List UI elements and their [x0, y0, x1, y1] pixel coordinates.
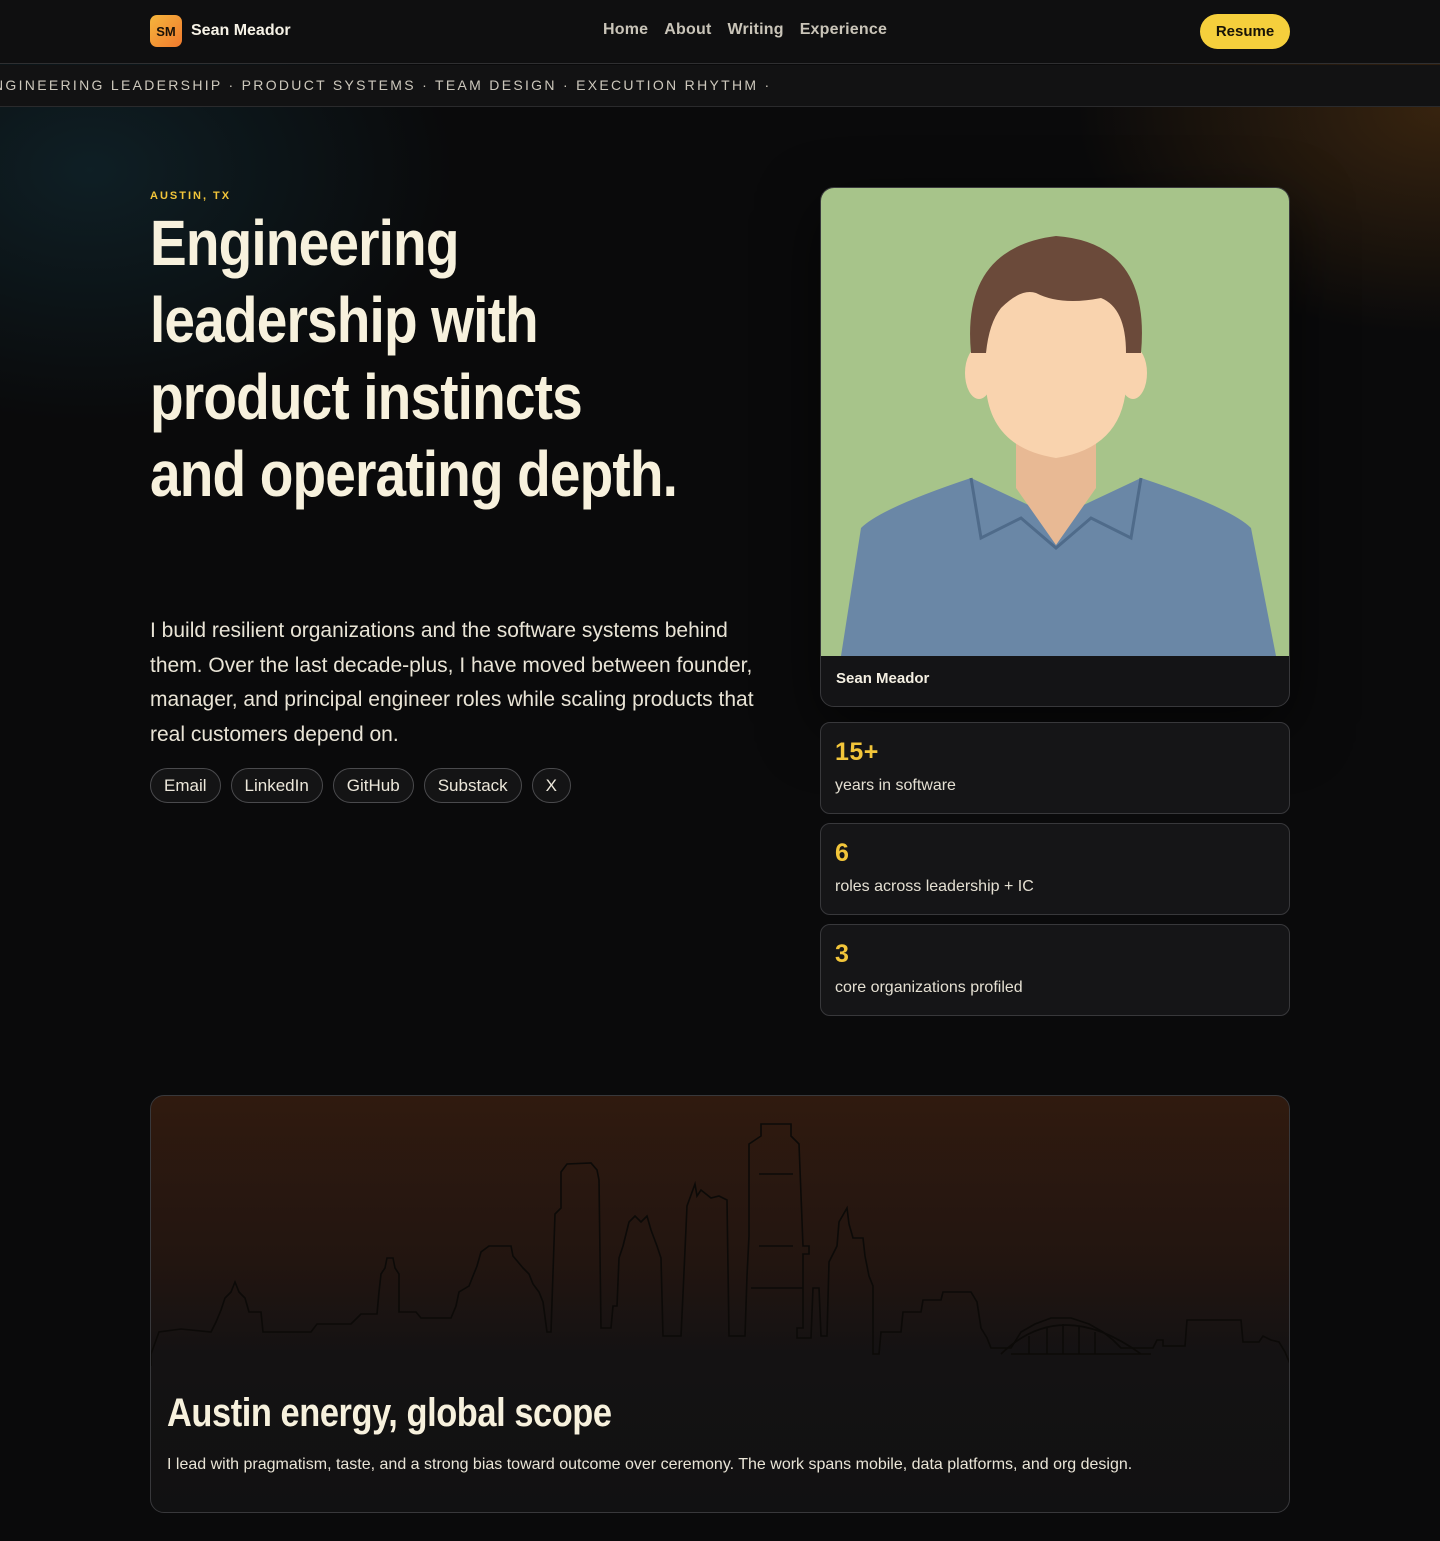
stat-card-organizations: 3 core organizations profiled	[820, 924, 1290, 1016]
stat-value: 6	[835, 839, 850, 867]
stat-label: core organizations profiled	[835, 979, 1023, 996]
top-nav: SM Sean Meador Home About Writing Experi…	[0, 0, 1440, 64]
nav-link-experience[interactable]: Experience	[800, 21, 887, 39]
topic-ticker: NGINEERING LEADERSHIP · PRODUCT SYSTEMS …	[0, 65, 1440, 107]
hero-headline: Engineering leadership with product inst…	[150, 207, 678, 510]
stat-label: years in software	[835, 777, 956, 794]
ticker-text: NGINEERING LEADERSHIP · PRODUCT SYSTEMS …	[0, 77, 772, 93]
nav-link-home[interactable]: Home	[603, 21, 648, 39]
nav-links: Home About Writing Experience	[603, 21, 887, 39]
github-link[interactable]: GitHub	[332, 768, 414, 803]
stat-card-roles: 6 roles across leadership + IC	[820, 823, 1290, 915]
social-links: Email LinkedIn GitHub Substack X	[150, 768, 571, 803]
brand-name: Sean Meador	[191, 22, 291, 39]
location-eyebrow: AUSTIN, TX	[150, 190, 232, 202]
portrait-illustration	[821, 188, 1289, 656]
stat-label: roles across leadership + IC	[835, 878, 1034, 895]
skyline-text: I lead with pragmatism, taste, and a str…	[167, 1456, 1133, 1473]
x-link[interactable]: X	[531, 768, 571, 803]
hero-intro: I build resilient organizations and the …	[150, 619, 754, 746]
stat-card-years: 15+ years in software	[820, 722, 1290, 814]
nav-link-writing[interactable]: Writing	[727, 21, 783, 39]
portrait-card: Sean Meador	[820, 187, 1290, 707]
skyline-illustration	[151, 1123, 1289, 1366]
email-link[interactable]: Email	[150, 768, 221, 803]
portrait-caption: Sean Meador	[836, 670, 930, 687]
skyline-title: Austin energy, global scope	[167, 1391, 612, 1435]
brand-logo: SM	[150, 15, 182, 47]
resume-button[interactable]: Resume	[1200, 14, 1290, 49]
substack-link[interactable]: Substack	[423, 768, 522, 803]
stat-value: 3	[835, 940, 850, 968]
austin-skyline-card: Austin energy, global scope I lead with …	[150, 1095, 1290, 1513]
linkedin-link[interactable]: LinkedIn	[230, 768, 323, 803]
stat-value: 15+	[835, 738, 879, 766]
nav-link-about[interactable]: About	[664, 21, 711, 39]
brand[interactable]: SM Sean Meador	[150, 15, 291, 47]
